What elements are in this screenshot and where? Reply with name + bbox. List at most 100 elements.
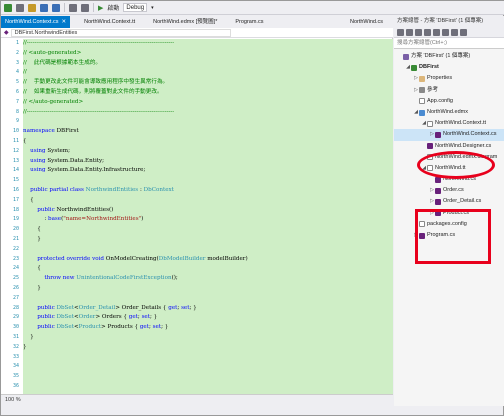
- tree-item-order-detail-cs[interactable]: ▷ Order_Detail.cs: [394, 196, 504, 207]
- line-number: 33: [12, 353, 19, 360]
- line-number: 18: [12, 206, 19, 213]
- redo-icon[interactable]: [81, 3, 89, 12]
- line-number: 17: [12, 196, 19, 203]
- line-number: 29: [12, 314, 19, 321]
- tree-item-designer-cs[interactable]: NorthWind.Designer.cs: [394, 141, 504, 152]
- line-number: 2: [15, 49, 19, 56]
- code-line[interactable]: // </auto-generated>: [23, 98, 393, 108]
- code-token: DbSet: [56, 324, 74, 331]
- save-all-icon[interactable]: [52, 3, 60, 12]
- code-token: using: [23, 167, 46, 174]
- back-icon[interactable]: [4, 3, 12, 12]
- code-line[interactable]: }: [23, 333, 393, 343]
- tab-program-cs[interactable]: Program.cs: [231, 16, 267, 28]
- close-icon[interactable]: ✕: [62, 19, 67, 25]
- line-number: 4: [15, 69, 19, 76]
- refresh-icon[interactable]: [433, 28, 440, 36]
- code-line[interactable]: using System.Data.Entity.Infrastructure;: [23, 166, 393, 176]
- run-button[interactable]: 啟動: [107, 3, 119, 12]
- back-icon[interactable]: [397, 28, 404, 36]
- code-line[interactable]: [23, 382, 393, 392]
- code-token: ();: [171, 275, 178, 282]
- line-number: 30: [12, 324, 19, 331]
- code-line[interactable]: [23, 294, 393, 304]
- play-icon[interactable]: ▶: [98, 4, 103, 12]
- code-token: > Products {: [101, 324, 140, 331]
- configuration-dropdown[interactable]: Debug: [123, 3, 148, 12]
- code-token: using: [23, 157, 46, 164]
- save-icon[interactable]: [40, 3, 48, 12]
- code-line[interactable]: //--------------------------------------…: [23, 108, 393, 118]
- code-line[interactable]: using System.Data.Entity;: [23, 157, 393, 167]
- tree-item-northwind-edmx[interactable]: ◢ NorthWind.edmx: [394, 107, 504, 118]
- code-line[interactable]: [23, 362, 393, 372]
- code-text-area[interactable]: //--------------------------------------…: [23, 39, 393, 394]
- code-line[interactable]: }: [23, 343, 393, 353]
- tree-item-label: 參考: [427, 86, 439, 93]
- code-token: > Orders {: [95, 314, 129, 321]
- home-icon[interactable]: [415, 28, 422, 36]
- tree-item-references[interactable]: ▷ 參考: [394, 85, 504, 96]
- code-token: DbContext: [143, 186, 174, 193]
- code-line[interactable]: [23, 245, 393, 255]
- properties-icon[interactable]: [460, 28, 467, 36]
- tab-northwind-context-cs[interactable]: NorthWind.Context.cs ✕: [1, 16, 71, 28]
- tree-item-solution[interactable]: 方案 'DBFirst' (1 個專案): [394, 51, 504, 62]
- forward-icon[interactable]: [16, 3, 24, 12]
- show-all-files-icon[interactable]: [451, 28, 458, 36]
- code-line[interactable]: [23, 176, 393, 186]
- code-line[interactable]: : base("name=NorthwindEntities"): [23, 215, 393, 225]
- chevron-down-icon[interactable]: ▾: [151, 5, 154, 11]
- code-token: {: [23, 265, 41, 272]
- collapse-all-icon[interactable]: [442, 28, 449, 36]
- code-line[interactable]: public NorthwindEntities(): [23, 206, 393, 216]
- tree-item-properties[interactable]: ▷ Properties: [394, 73, 504, 84]
- code-line[interactable]: // 此代碼是根據範本生成的。: [23, 59, 393, 69]
- tab-northwind-edmx[interactable]: NorthWind.edmx [預覽圖]*: [149, 16, 221, 28]
- tree-item-order-cs[interactable]: ▷ Order.cs: [394, 185, 504, 196]
- code-line[interactable]: [23, 372, 393, 382]
- code-line[interactable]: //: [23, 68, 393, 78]
- line-number: 28: [12, 304, 19, 311]
- code-line[interactable]: }: [23, 235, 393, 245]
- code-view[interactable]: 1 2 3 4 5 6 7 8 9 10 11 12 13 14 15 16 17 18 19 20 21 22 23 24 2…: [1, 39, 393, 394]
- code-line[interactable]: protected override void OnModelCreating(…: [23, 255, 393, 265]
- code-line[interactable]: throw new UnintentionalCodeFirstExceptio…: [23, 274, 393, 284]
- document-tab-bar: NorthWind.Context.cs ✕ NorthWind.Context.…: [1, 16, 393, 28]
- tree-item-project[interactable]: ◢ DBFirst: [394, 62, 504, 73]
- explorer-search-input[interactable]: 搜尋方案總管(Ctrl+;): [394, 38, 504, 49]
- code-line[interactable]: }: [23, 284, 393, 294]
- code-line[interactable]: {: [23, 196, 393, 206]
- code-line[interactable]: // 如果重新生成代碼，則將覆蓋對此文件的手動更改。: [23, 88, 393, 98]
- tree-item-app-config[interactable]: App.config: [394, 96, 504, 107]
- code-line[interactable]: //--------------------------------------…: [23, 39, 393, 49]
- forward-icon[interactable]: [406, 28, 413, 36]
- code-line[interactable]: // 手動更改此文件可能會導致應用程序中發生異常行為。: [23, 78, 393, 88]
- zoom-level[interactable]: 100 %: [5, 397, 21, 403]
- code-line[interactable]: {: [23, 264, 393, 274]
- tree-item-context-tt[interactable]: ◢ NorthWind.Context.tt: [394, 118, 504, 129]
- tab-northwind-cs[interactable]: NorthWind.cs: [346, 16, 387, 28]
- code-line[interactable]: // <auto-generated>: [23, 49, 393, 59]
- undo-icon[interactable]: [69, 3, 77, 12]
- line-number: 21: [12, 235, 19, 242]
- code-line[interactable]: namespace DBFirst: [23, 127, 393, 137]
- code-token: DbModelBuilder: [158, 255, 206, 262]
- code-line[interactable]: public partial class NorthwindEntities :…: [23, 186, 393, 196]
- code-line[interactable]: [23, 117, 393, 127]
- sol-file-icon: [403, 53, 409, 60]
- tree-item-context-cs[interactable]: ▷ NorthWind.Context.cs: [394, 129, 504, 141]
- code-line[interactable]: {: [23, 225, 393, 235]
- tab-northwind-context-tt[interactable]: NorthWind.Context.tt: [80, 16, 139, 28]
- code-line[interactable]: public DbSet<Order> Orders { get; set; }: [23, 313, 393, 323]
- code-line[interactable]: public DbSet<Product> Products { get; se…: [23, 323, 393, 333]
- code-line[interactable]: using System;: [23, 147, 393, 157]
- open-icon[interactable]: [28, 3, 36, 12]
- code-line[interactable]: public DbSet<Order_Detail> Order_Details…: [23, 304, 393, 314]
- code-line[interactable]: [23, 353, 393, 363]
- code-line[interactable]: {: [23, 137, 393, 147]
- code-token: // 手動更改此文件可能會導致應用程序中發生異常行為。: [23, 79, 169, 86]
- tab-label: NorthWind.Context.cs: [5, 19, 59, 25]
- scope-dropdown[interactable]: DBFirst.NorthwindEntities: [10, 28, 231, 37]
- sync-icon[interactable]: [424, 28, 431, 36]
